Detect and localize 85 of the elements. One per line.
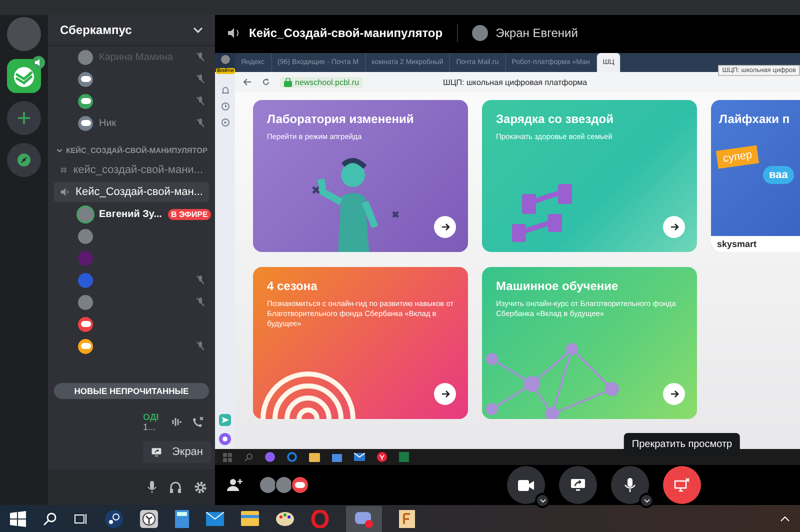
lock-icon — [284, 78, 292, 86]
camera-icon — [518, 480, 534, 490]
page-title: ШЦП: школьная цифровая платформа — [443, 78, 588, 86]
headphones-icon[interactable] — [169, 480, 182, 494]
play-icon[interactable] — [220, 118, 230, 127]
folder-icon[interactable] — [309, 452, 320, 462]
arrow-right-icon — [670, 223, 678, 231]
new-unread-button[interactable]: НОВЫЕ НЕПРОЧИТАННЫЕ — [54, 383, 209, 399]
course-card[interactable]: Лайфхаки п супер ваа skysmart — [711, 100, 800, 252]
caret-icon — [644, 498, 650, 502]
clock-app-icon[interactable] — [140, 510, 158, 528]
chevron-down-icon — [193, 27, 203, 33]
windows-start-icon[interactable] — [10, 510, 26, 526]
avatar-photo — [472, 25, 488, 41]
share-button[interactable] — [559, 466, 597, 504]
stop-watching-icon — [674, 478, 690, 492]
calculator-icon[interactable] — [175, 510, 189, 528]
url-field[interactable]: newschool.pcbl.ru — [280, 76, 364, 88]
waveform-icon[interactable] — [171, 416, 183, 428]
channel-title: Кейс_Создай-свой-манипулятор — [249, 26, 443, 40]
stop-button[interactable] — [663, 466, 701, 504]
palette-icon[interactable] — [276, 510, 294, 526]
microphone-icon — [624, 477, 636, 493]
bell-icon[interactable] — [220, 86, 230, 95]
add-server-button[interactable] — [7, 101, 41, 135]
arrow-button[interactable] — [663, 216, 685, 238]
avatar-photo — [78, 228, 93, 244]
channel-item[interactable]: Кейс_Создай-свой-ман... — [54, 182, 209, 202]
speaker-icon — [227, 27, 241, 39]
document-app-icon[interactable] — [399, 510, 415, 528]
brand-label: skysmart — [711, 236, 800, 252]
back-icon[interactable] — [243, 78, 252, 86]
arrow-button[interactable] — [434, 383, 456, 405]
screen-share-icon — [151, 446, 162, 458]
card-title: Лайфхаки п — [719, 112, 790, 127]
assistant-icon[interactable] — [219, 433, 231, 445]
ad-sticker: супер — [716, 145, 760, 169]
chevron-up-icon[interactable] — [780, 516, 790, 522]
stream-label: Экран Евгений — [496, 26, 578, 40]
explore-button[interactable] — [7, 143, 41, 177]
speaker-badge-icon — [32, 56, 45, 69]
store-icon[interactable] — [332, 452, 342, 462]
add-person-icon[interactable] — [227, 478, 243, 492]
channel-item[interactable]: кейс_создай-свой-мани... — [54, 160, 209, 180]
avatar-photo — [78, 294, 93, 310]
reload-icon[interactable] — [262, 78, 270, 86]
settings-icon[interactable] — [194, 480, 207, 494]
voice-status: ОДІ — [143, 412, 160, 422]
speaker-icon — [60, 186, 70, 198]
voice-user[interactable]: Евгений Зу... В ЭФИРЕ — [48, 203, 215, 225]
browser-app-icon[interactable] — [287, 452, 297, 462]
screen-share-button[interactable]: Экран — [143, 441, 211, 463]
screen-share-icon — [570, 478, 586, 492]
profile-icon[interactable] — [220, 55, 230, 64]
card-title: Зарядка со звездой — [496, 112, 614, 127]
app-icon[interactable] — [265, 452, 275, 462]
voice-user[interactable]: Ник — [48, 112, 215, 134]
clock-icon[interactable] — [220, 102, 230, 111]
live-badge: В ЭФИРЕ — [168, 208, 211, 220]
avatar-photo — [78, 50, 93, 64]
disconnect-icon[interactable] — [191, 416, 205, 428]
arrow-button[interactable] — [434, 216, 456, 238]
avatar-photo — [78, 206, 93, 222]
tooltip: Прекратить просмотр — [624, 433, 740, 456]
card-title: Лаборатория изменений — [267, 112, 414, 127]
chevron-icon — [56, 147, 63, 154]
arrow-right-icon — [670, 390, 678, 398]
caret-icon — [540, 498, 546, 502]
voice-channel-label: 1... — [143, 422, 157, 432]
compass-icon — [17, 153, 31, 167]
card-title: Машинное обучение — [496, 279, 618, 294]
arrow-right-icon — [440, 223, 450, 231]
mic-button[interactable] — [611, 466, 649, 504]
search-icon[interactable] — [43, 512, 57, 526]
card-title: 4 сезона — [267, 279, 318, 294]
mail-icon[interactable] — [206, 512, 224, 526]
microphone-icon[interactable] — [147, 480, 157, 494]
participant-avatar[interactable] — [291, 476, 309, 494]
camera-button[interactable] — [507, 466, 545, 504]
plus-icon — [17, 111, 31, 125]
arrow-button[interactable] — [663, 383, 685, 405]
hash-icon — [60, 164, 68, 176]
arrow-right-icon — [440, 390, 450, 398]
task-view-icon[interactable] — [74, 512, 88, 524]
ad-bubble: ваа — [763, 166, 794, 184]
